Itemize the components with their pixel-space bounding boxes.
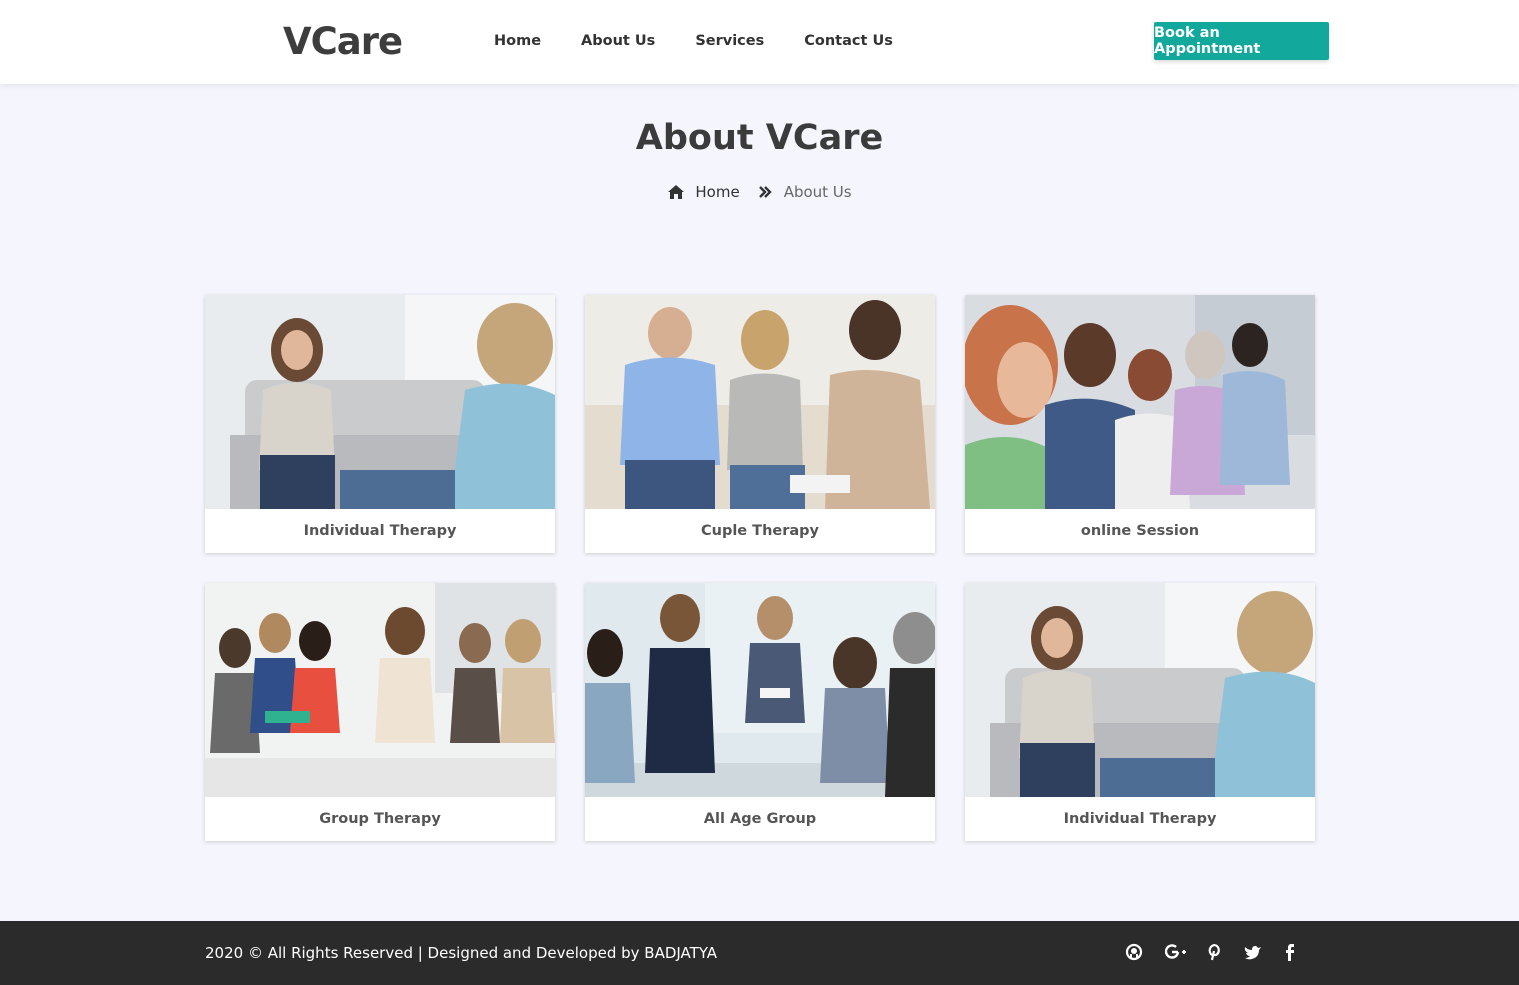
twitter-icon[interactable] bbox=[1243, 942, 1263, 962]
breadcrumb: Home About Us bbox=[0, 183, 1519, 201]
home-icon bbox=[668, 185, 685, 199]
service-card-online-session[interactable]: online Session bbox=[965, 295, 1315, 553]
card-caption: Cuple Therapy bbox=[700, 523, 819, 539]
site-logo[interactable]: VCare bbox=[283, 20, 403, 63]
facebook-icon[interactable] bbox=[1280, 942, 1300, 962]
site-header: VCare Home About Us Services Contact Us … bbox=[0, 0, 1519, 84]
nav-contact-us[interactable]: Contact Us bbox=[804, 33, 893, 49]
pinterest-icon[interactable] bbox=[1205, 942, 1225, 962]
therapy-session-image bbox=[965, 583, 1315, 797]
nav-about-us[interactable]: About Us bbox=[581, 33, 655, 49]
card-caption: Individual Therapy bbox=[1063, 811, 1217, 827]
book-appointment-button[interactable]: Book an Appointment bbox=[1154, 22, 1329, 60]
service-card-cuple-therapy[interactable]: Cuple Therapy bbox=[585, 295, 935, 553]
breadcrumb-current: About Us bbox=[783, 183, 852, 201]
card-caption: All Age Group bbox=[703, 811, 817, 827]
couple-therapy-image bbox=[585, 295, 935, 509]
breadcrumb-home[interactable]: Home bbox=[695, 183, 739, 201]
copyright-text: 2020 © All Rights Reserved | Designed an… bbox=[205, 944, 718, 962]
service-card-individual-therapy-2[interactable]: Individual Therapy bbox=[965, 583, 1315, 841]
card-caption: online Session bbox=[1080, 523, 1200, 539]
google-plus-icon[interactable] bbox=[1165, 942, 1187, 962]
all-age-group-image bbox=[585, 583, 935, 797]
page-title: About VCare bbox=[635, 118, 884, 158]
card-caption: Group Therapy bbox=[319, 811, 441, 827]
github-icon[interactable] bbox=[1124, 942, 1144, 962]
service-card-individual-therapy[interactable]: Individual Therapy bbox=[205, 295, 555, 553]
nav-services[interactable]: Services bbox=[695, 33, 764, 49]
card-caption: Individual Therapy bbox=[303, 523, 457, 539]
service-card-group-therapy[interactable]: Group Therapy bbox=[205, 583, 555, 841]
social-links bbox=[1124, 942, 1300, 962]
double-chevron-right-icon bbox=[758, 186, 772, 198]
online-session-image bbox=[965, 295, 1315, 509]
main-nav: Home About Us Services Contact Us bbox=[494, 33, 893, 49]
group-therapy-image bbox=[205, 583, 555, 797]
service-card-all-age-group[interactable]: All Age Group bbox=[585, 583, 935, 841]
therapy-session-image bbox=[205, 295, 555, 509]
nav-home[interactable]: Home bbox=[494, 33, 541, 49]
